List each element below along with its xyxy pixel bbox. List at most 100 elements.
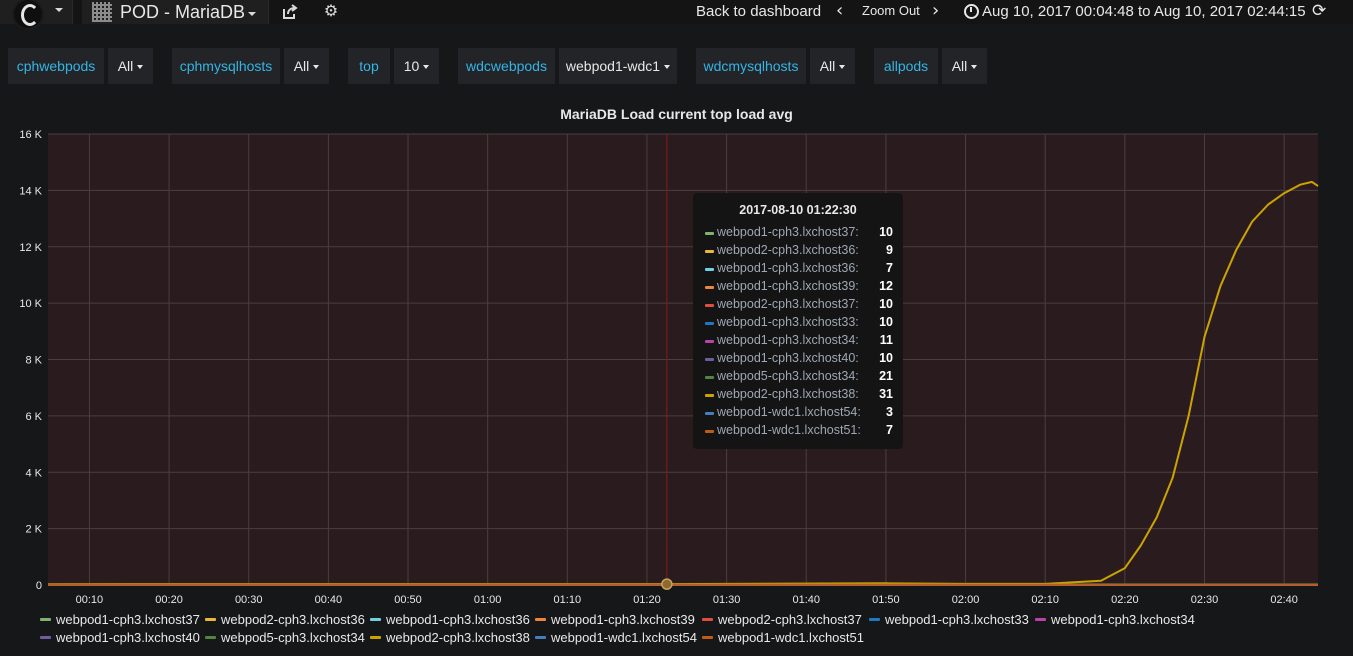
legend-label: webpod2-cph3.lxchost36 [221,612,365,627]
tooltip-series-name: webpod1-cph3.lxchost37: [717,225,859,239]
y-tick-label: 16 K [19,129,42,141]
legend-item[interactable]: webpod1-cph3.lxchost36 [370,612,530,627]
legend-item[interactable]: webpod1-cph3.lxchost33 [869,612,1029,627]
y-tick-label: 2 K [25,524,42,536]
x-tick-label: 01:30 [713,594,741,606]
tooltip-series-value: 21 [879,369,893,383]
legend-item[interactable]: webpod2-cph3.lxchost38 [370,630,530,645]
tooltip-series-value: 10 [879,297,893,311]
tooltip-series-value: 3 [886,405,893,419]
y-tick-label: 12 K [19,242,42,254]
hover-tooltip: 2017-08-10 01:22:30 webpod1-cph3.lxchost… [693,193,903,449]
legend-label: webpod1-cph3.lxchost37 [56,612,200,627]
x-tick-label: 01:20 [633,594,661,606]
x-tick-label: 01:10 [554,594,582,606]
tooltip-series-value: 10 [879,351,893,365]
legend-item[interactable]: webpod1-cph3.lxchost40 [40,630,200,645]
tooltip-row: webpod1-cph3.lxchost37: 10 [705,224,893,242]
y-tick-label: 0 [36,580,42,592]
legend-swatch [535,618,546,622]
x-tick-label: 00:10 [76,594,104,606]
legend-item[interactable]: webpod1-cph3.lxchost37 [40,612,200,627]
tooltip-swatch [705,430,714,433]
legend-swatch [1035,618,1046,622]
tooltip-series-value: 10 [879,315,893,329]
tooltip-series-name: webpod1-cph3.lxchost36: [717,261,859,275]
tooltip-series-name: webpod1-wdc1.lxchost54: [717,405,861,419]
legend-label: webpod1-wdc1.lxchost54 [551,630,697,645]
tooltip-series-name: webpod2-cph3.lxchost37: [717,297,859,311]
tooltip-series-value: 7 [886,261,893,275]
x-tick-label: 00:50 [394,594,422,606]
tooltip-series-value: 11 [879,333,893,347]
tooltip-swatch [705,376,714,379]
x-tick-label: 02:30 [1191,594,1219,606]
legend-label: webpod1-cph3.lxchost34 [1051,612,1195,627]
tooltip-series-name: webpod1-cph3.lxchost39: [717,279,859,293]
tooltip-swatch [705,286,714,289]
tooltip-swatch [705,412,714,415]
tooltip-row: webpod2-cph3.lxchost38: 31 [705,386,893,404]
tooltip-swatch [705,268,714,271]
tooltip-series-value: 31 [879,387,893,401]
tooltip-series-name: webpod2-cph3.lxchost38: [717,387,859,401]
tooltip-swatch [705,322,714,325]
legend-swatch [370,618,381,622]
tooltip-row: webpod1-cph3.lxchost36: 7 [705,260,893,278]
legend-item[interactable]: webpod2-cph3.lxchost37 [702,612,862,627]
legend-label: webpod1-cph3.lxchost39 [551,612,695,627]
x-tick-label: 01:50 [872,594,900,606]
legend-swatch [40,636,51,640]
y-tick-label: 14 K [19,185,42,197]
x-tick-label: 01:00 [474,594,502,606]
legend-label: webpod1-wdc1.lxchost51 [718,630,864,645]
x-tick-label: 02:00 [952,594,980,606]
legend-swatch [535,636,546,640]
tooltip-swatch [705,250,714,253]
x-tick-label: 00:30 [235,594,263,606]
x-tick-label: 02:10 [1031,594,1059,606]
legend-item[interactable]: webpod1-cph3.lxchost39 [535,612,695,627]
tooltip-row: webpod2-cph3.lxchost37: 10 [705,296,893,314]
tooltip-series-value: 7 [886,423,893,437]
tooltip-series-name: webpod1-wdc1.lxchost51: [717,423,861,437]
y-tick-label: 4 K [25,467,42,479]
x-tick-label: 00:40 [315,594,343,606]
y-tick-label: 8 K [25,355,42,367]
legend-label: webpod1-cph3.lxchost33 [885,612,1029,627]
legend-swatch [370,636,381,640]
tooltip-swatch [705,304,714,307]
legend-item[interactable]: webpod2-cph3.lxchost36 [205,612,365,627]
tooltip-row: webpod1-wdc1.lxchost54: 3 [705,404,893,422]
hover-point [661,578,673,590]
legend-item[interactable]: webpod1-cph3.lxchost34 [1035,612,1195,627]
legend-swatch [205,636,216,640]
legend-item[interactable]: webpod1-wdc1.lxchost51 [702,630,864,645]
tooltip-row: webpod1-cph3.lxchost33: 10 [705,314,893,332]
legend-label: webpod2-cph3.lxchost38 [386,630,530,645]
tooltip-swatch [705,232,714,235]
legend-label: webpod5-cph3.lxchost34 [221,630,365,645]
tooltip-series-value: 12 [879,279,893,293]
line-chart[interactable]: 0 2 K 4 K 6 K 8 K 10 K 12 K 14 K 16 K 00:10 00:20 0… [0,0,1353,656]
tooltip-swatch [705,340,714,343]
tooltip-row: webpod1-cph3.lxchost39: 12 [705,278,893,296]
legend-label: webpod1-cph3.lxchost36 [386,612,530,627]
legend-swatch [869,618,880,622]
legend-item[interactable]: webpod1-wdc1.lxchost54 [535,630,697,645]
tooltip-series-name: webpod1-cph3.lxchost34: [717,333,859,347]
tooltip-series-value: 10 [879,225,893,239]
tooltip-row: webpod2-cph3.lxchost36: 9 [705,242,893,260]
tooltip-row: webpod1-cph3.lxchost40: 10 [705,350,893,368]
legend-swatch [702,636,713,640]
legend-swatch [40,618,51,622]
legend-item[interactable]: webpod5-cph3.lxchost34 [205,630,365,645]
tooltip-swatch [705,358,714,361]
tooltip-series-name: webpod1-cph3.lxchost33: [717,315,859,329]
tooltip-row: webpod1-cph3.lxchost34: 11 [705,332,893,350]
x-tick-label: 00:20 [155,594,183,606]
tooltip-series-value: 9 [886,243,893,257]
y-tick-label: 6 K [25,411,42,423]
y-tick-label: 10 K [19,298,42,310]
tooltip-swatch [705,394,714,397]
